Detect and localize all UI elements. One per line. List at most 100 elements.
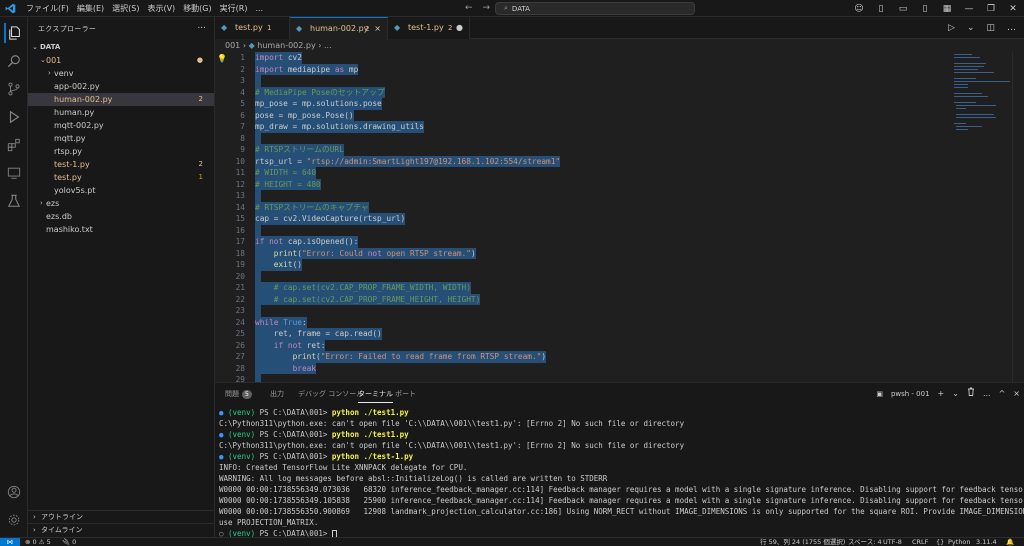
source-control-icon[interactable] xyxy=(4,79,24,99)
tree-item[interactable]: human.py xyxy=(28,106,214,119)
status-indentation[interactable]: スペース: 4 xyxy=(848,538,882,546)
extensions-icon[interactable] xyxy=(4,135,24,155)
copilot-icon[interactable]: ☺ xyxy=(848,4,870,14)
tree-item[interactable]: test.py 1 xyxy=(28,171,214,184)
minimap[interactable] xyxy=(952,52,1012,132)
tree-item[interactable]: test-1.py 2 xyxy=(28,158,214,171)
tree-item-label: ezs.db xyxy=(46,212,72,221)
close-window-button[interactable]: ✕ xyxy=(1002,4,1024,14)
menu-item[interactable]: 選択(S) xyxy=(108,0,143,17)
breadcrumb-file[interactable]: human-002.py xyxy=(257,41,315,50)
tab-file[interactable]: ◆ test-1.py 2 ● xyxy=(388,17,470,39)
tab-ports[interactable]: ポート xyxy=(395,383,416,405)
status-ports[interactable]: 🔌 0 xyxy=(62,538,76,546)
account-icon[interactable] xyxy=(4,482,24,502)
workspace-root[interactable]: ⌄ DATA xyxy=(28,41,214,54)
new-terminal-button[interactable]: + xyxy=(938,383,945,405)
terminal-output[interactable]: ● (venv) PS C:\DATA\001> python ./test1.… xyxy=(215,407,1024,539)
status-cursor-position[interactable]: 行 59、列 24 (1755 個選択) xyxy=(760,538,845,546)
menu-item[interactable]: 実行(R) xyxy=(216,0,252,17)
tab-file[interactable]: ◆ human-002.py 2 × xyxy=(290,17,388,40)
command-status-icon[interactable]: ● xyxy=(219,430,224,439)
outline-label: アウトライン xyxy=(41,513,83,521)
minimize-button[interactable]: — xyxy=(958,4,980,14)
status-braces-icon[interactable]: {} xyxy=(936,538,944,546)
terminal-scrollbar[interactable] xyxy=(1014,407,1024,538)
editor-scrollbar[interactable] xyxy=(1012,52,1024,382)
status-problems[interactable]: ⊗ 0 ⚠ 5 xyxy=(25,538,51,546)
tree-item-label: app-002.py xyxy=(54,82,100,91)
terminal-name[interactable]: pwsh - 001 xyxy=(891,383,930,405)
layout-panel-icon[interactable]: ▭ xyxy=(892,4,914,14)
tree-item[interactable]: mqtt.py xyxy=(28,132,214,145)
status-eol[interactable]: CRLF xyxy=(912,538,928,546)
tree-item[interactable]: yolov5s.pt xyxy=(28,184,214,197)
close-tab-icon[interactable]: × xyxy=(374,18,381,40)
code-line: 29 xyxy=(215,374,955,382)
code-text: while True: xyxy=(255,316,307,328)
line-number: 25 xyxy=(235,329,245,338)
tree-item[interactable]: mqtt-002.py xyxy=(28,119,214,132)
search-icon: ⌕ xyxy=(504,4,508,12)
tree-item[interactable]: human-002.py 2 xyxy=(28,93,214,106)
explorer-more-icon[interactable]: ... xyxy=(197,21,206,31)
tab-debug-console[interactable]: デバッグ コンソール xyxy=(298,383,363,405)
tab-output[interactable]: 出力 xyxy=(270,383,284,405)
menu-item[interactable]: 表示(V) xyxy=(143,0,179,17)
close-panel-icon[interactable]: × xyxy=(1013,383,1020,405)
terminal-dropdown-icon[interactable]: ⌄ xyxy=(952,383,959,405)
command-center-search[interactable]: ⌕ DATA xyxy=(495,2,695,15)
kill-terminal-icon[interactable] xyxy=(967,383,975,405)
split-editor-icon[interactable]: ◫ xyxy=(986,17,995,39)
testing-icon[interactable] xyxy=(4,191,24,211)
maximize-panel-icon[interactable]: ^ xyxy=(999,383,1006,405)
unsaved-dot-icon[interactable]: ● xyxy=(456,17,463,39)
search-icon[interactable] xyxy=(4,51,24,71)
remote-indicator-icon[interactable]: ⋈ xyxy=(0,538,20,546)
tab-terminal[interactable]: ターミナル xyxy=(358,383,393,403)
remote-explorer-icon[interactable] xyxy=(4,163,24,183)
chevron-down-icon: ⌄ xyxy=(40,56,46,64)
layout-secondary-icon[interactable]: ▯ xyxy=(914,4,936,14)
forward-arrow-icon[interactable]: → xyxy=(483,3,491,13)
notifications-bell-icon[interactable]: 🔔 xyxy=(1006,538,1014,546)
customize-layout-icon[interactable]: ▦ xyxy=(936,4,958,14)
timeline-section[interactable]: › タイムライン xyxy=(28,523,214,536)
tree-item[interactable]: › ezs xyxy=(28,197,214,210)
command-status-icon[interactable]: ● xyxy=(219,408,224,417)
layout-sidebar-icon[interactable]: ▯ xyxy=(870,4,892,14)
explorer-icon[interactable] xyxy=(4,23,24,43)
code-editor[interactable]: 1 💡 import cv2 2 import mediapipe as mp 3 4 # … xyxy=(215,52,1024,382)
tree-item[interactable]: rtsp.py xyxy=(28,145,214,158)
tree-item[interactable]: ezs.db xyxy=(28,210,214,223)
code-line: 26 if not ret: xyxy=(215,339,955,351)
menu-item[interactable]: ... xyxy=(251,0,267,17)
status-encoding[interactable]: UTF-8 xyxy=(883,538,902,546)
tree-item[interactable]: mashiko.txt xyxy=(28,223,214,236)
tab-problems[interactable]: 問題 5 xyxy=(225,383,252,405)
outline-section[interactable]: › アウトライン xyxy=(28,510,214,523)
tab-problem-count: 2 xyxy=(448,24,453,32)
command-status-icon[interactable]: ● xyxy=(219,452,224,461)
status-language[interactable]: Python xyxy=(948,538,971,546)
tree-item[interactable]: app-002.py xyxy=(28,80,214,93)
menu-item[interactable]: 編集(E) xyxy=(73,0,108,17)
status-python-version[interactable]: 3.11.4 xyxy=(976,538,997,546)
breadcrumb-more[interactable]: › ... xyxy=(318,41,331,50)
menu-item[interactable]: 移動(G) xyxy=(179,0,215,17)
tree-item[interactable]: ⌄ 001 ● xyxy=(28,54,214,67)
panel-more-icon[interactable]: ... xyxy=(983,383,991,405)
tab-file[interactable]: ◆ test.py 1 xyxy=(215,17,290,39)
more-actions-icon[interactable]: … xyxy=(1007,17,1016,39)
tree-item[interactable]: › venv xyxy=(28,67,214,80)
back-arrow-icon[interactable]: ← xyxy=(465,3,473,13)
run-dropdown-icon[interactable]: ⌄ xyxy=(967,17,975,39)
line-number: 15 xyxy=(235,214,245,223)
settings-gear-icon[interactable] xyxy=(4,510,24,530)
run-debug-icon[interactable] xyxy=(4,107,24,127)
menu-item[interactable]: ファイル(F) xyxy=(22,0,73,17)
run-python-icon[interactable]: ▷ xyxy=(948,17,955,39)
terminal-output-text: use PROJECTION_MATRIX. xyxy=(219,518,319,527)
breadcrumb-folder[interactable]: 001 xyxy=(225,41,240,50)
restore-button[interactable]: ❐ xyxy=(980,4,1002,14)
